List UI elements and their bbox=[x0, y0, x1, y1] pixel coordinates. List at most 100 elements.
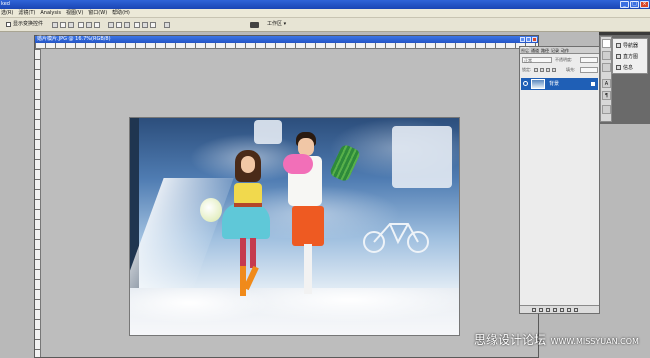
menu-window[interactable]: 窗口(W) bbox=[88, 9, 107, 17]
panel-dock-grip[interactable] bbox=[599, 32, 650, 35]
info-panel-icon[interactable] bbox=[602, 63, 611, 72]
tab-actions[interactable]: 动作 bbox=[561, 47, 569, 53]
wedding-photo-canvas[interactable] bbox=[129, 117, 460, 336]
layers-panel-tabs: 图层 通道 路径 记录 动作 bbox=[520, 47, 599, 54]
layer-name: 背景 bbox=[549, 81, 560, 87]
new-layer-icon[interactable] bbox=[567, 307, 571, 312]
woman-leg bbox=[250, 238, 256, 268]
lock-all-icon[interactable] bbox=[552, 68, 556, 72]
nav-item-label: 信息 bbox=[623, 64, 634, 71]
workspace-dropdown[interactable]: 工作区 ▾ bbox=[265, 21, 288, 28]
layer-row-background[interactable]: 背景 bbox=[521, 78, 598, 90]
pink-boa bbox=[283, 154, 313, 174]
lock-position-icon[interactable] bbox=[546, 68, 550, 72]
blend-mode-select[interactable]: 正常 bbox=[522, 57, 552, 63]
doc-close-button[interactable] bbox=[532, 37, 537, 42]
close-button[interactable]: × bbox=[640, 1, 649, 8]
delete-layer-icon[interactable] bbox=[574, 307, 578, 312]
watermark-url: WWW.MISSYUAN.COM bbox=[550, 337, 639, 346]
fill-label: 填充: bbox=[566, 67, 576, 72]
woman-top bbox=[234, 183, 262, 205]
nav-item-navigator[interactable]: 导航器 bbox=[616, 40, 638, 50]
show-transform-controls-checkbox[interactable] bbox=[6, 22, 11, 27]
auto-align-icon[interactable] bbox=[164, 22, 170, 28]
tab-paths[interactable]: 路径 bbox=[541, 47, 549, 53]
menu-select[interactable]: 选(R) bbox=[1, 9, 13, 17]
woman-belt bbox=[234, 203, 262, 207]
layer-style-icon[interactable] bbox=[539, 307, 543, 312]
info-icon bbox=[616, 64, 621, 70]
lock-icon bbox=[591, 82, 595, 86]
fill-field[interactable] bbox=[580, 67, 598, 73]
tab-channels[interactable]: 通道 bbox=[531, 47, 539, 53]
nav-item-histogram[interactable]: 直方图 bbox=[616, 51, 638, 61]
opacity-field[interactable] bbox=[580, 57, 598, 63]
nav-item-label: 导航器 bbox=[623, 42, 639, 49]
panel-icon-column: A ¶ bbox=[600, 36, 612, 122]
watermark: 思缘设计论坛 WWW.MISSYUAN.COM bbox=[474, 333, 639, 349]
cloud-ground bbox=[130, 288, 459, 335]
distribute-vcenter-icon[interactable] bbox=[116, 22, 122, 28]
man-pants bbox=[292, 206, 324, 246]
align-top-icon[interactable] bbox=[52, 22, 58, 28]
paragraph-panel-icon[interactable]: ¶ bbox=[602, 91, 611, 100]
lock-transparent-icon[interactable] bbox=[534, 68, 538, 72]
layers-panel: 图层 通道 路径 记录 动作 正常 不透明度: 锁定: 填充: 背景 bbox=[519, 46, 600, 314]
bicycle-cloud bbox=[363, 223, 429, 253]
align-hcenter-icon[interactable] bbox=[86, 22, 92, 28]
watermark-text: 思缘设计论坛 bbox=[474, 333, 547, 347]
options-bar: 显示变换控件 工作区 ▾ bbox=[0, 18, 650, 32]
doc-minimize-button[interactable] bbox=[520, 37, 525, 42]
new-group-icon[interactable] bbox=[560, 307, 564, 312]
maximize-button[interactable]: □ bbox=[630, 1, 639, 8]
minimize-button[interactable]: _ bbox=[620, 1, 629, 8]
align-vcenter-icon[interactable] bbox=[60, 22, 66, 28]
link-layers-icon[interactable] bbox=[532, 307, 536, 312]
document-titlebar[interactable]: 婚片模片.JPG @ 16.7%(RGB/8) bbox=[35, 36, 538, 43]
window-title: ked bbox=[1, 1, 10, 7]
gift-cloud-large bbox=[392, 126, 452, 188]
adjustment-layer-icon[interactable] bbox=[553, 307, 557, 312]
canvas-pasteboard[interactable] bbox=[41, 49, 538, 357]
camera-icon[interactable] bbox=[250, 22, 259, 28]
man-leg bbox=[304, 244, 312, 294]
align-left-icon[interactable] bbox=[78, 22, 84, 28]
character-panel-icon[interactable]: A bbox=[602, 79, 611, 88]
menu-view[interactable]: 视图(V) bbox=[66, 9, 83, 17]
nav-item-info[interactable]: 信息 bbox=[616, 62, 633, 72]
histogram-panel-icon[interactable] bbox=[602, 51, 611, 60]
tab-history[interactable]: 记录 bbox=[551, 47, 559, 53]
document-title: 婚片模片.JPG @ 16.7%(RGB/8) bbox=[37, 36, 111, 42]
menu-analysis[interactable]: Analysis bbox=[40, 9, 61, 17]
align-bottom-icon[interactable] bbox=[68, 22, 74, 28]
lock-paint-icon[interactable] bbox=[540, 68, 544, 72]
nav-item-label: 直方图 bbox=[623, 53, 639, 60]
distribute-hcenter-icon[interactable] bbox=[142, 22, 148, 28]
woman-face bbox=[241, 156, 255, 173]
distribute-top-icon[interactable] bbox=[108, 22, 114, 28]
distribute-left-icon[interactable] bbox=[134, 22, 140, 28]
layer-mask-icon[interactable] bbox=[546, 307, 550, 312]
tool-presets-panel-icon[interactable] bbox=[602, 105, 611, 114]
document-controls bbox=[520, 37, 537, 42]
blend-mode-value: 正常 bbox=[524, 58, 532, 63]
window-controls: _ □ × bbox=[620, 1, 649, 8]
tab-layers[interactable]: 图层 bbox=[521, 47, 529, 53]
layer-thumbnail bbox=[531, 79, 545, 89]
opacity-label: 不透明度: bbox=[555, 57, 573, 62]
navigator-flyout: 导航器 直方图 信息 bbox=[612, 38, 648, 74]
gift-cloud-small bbox=[254, 120, 282, 144]
menu-filter[interactable]: 滤镜(T) bbox=[18, 9, 35, 17]
distribute-bottom-icon[interactable] bbox=[124, 22, 130, 28]
layers-panel-footer bbox=[520, 305, 599, 313]
menu-bar: 选(R) 滤镜(T) Analysis 视图(V) 窗口(W) 帮助(H) bbox=[0, 9, 650, 18]
navigator-panel-icon[interactable] bbox=[602, 39, 611, 48]
lock-label: 锁定: bbox=[522, 67, 532, 72]
doc-maximize-button[interactable] bbox=[526, 37, 531, 42]
menu-help[interactable]: 帮助(H) bbox=[112, 9, 130, 17]
eye-icon[interactable] bbox=[523, 81, 528, 86]
bouquet-left bbox=[200, 198, 222, 222]
woman-dress bbox=[222, 203, 270, 239]
distribute-right-icon[interactable] bbox=[150, 22, 156, 28]
align-right-icon[interactable] bbox=[94, 22, 100, 28]
